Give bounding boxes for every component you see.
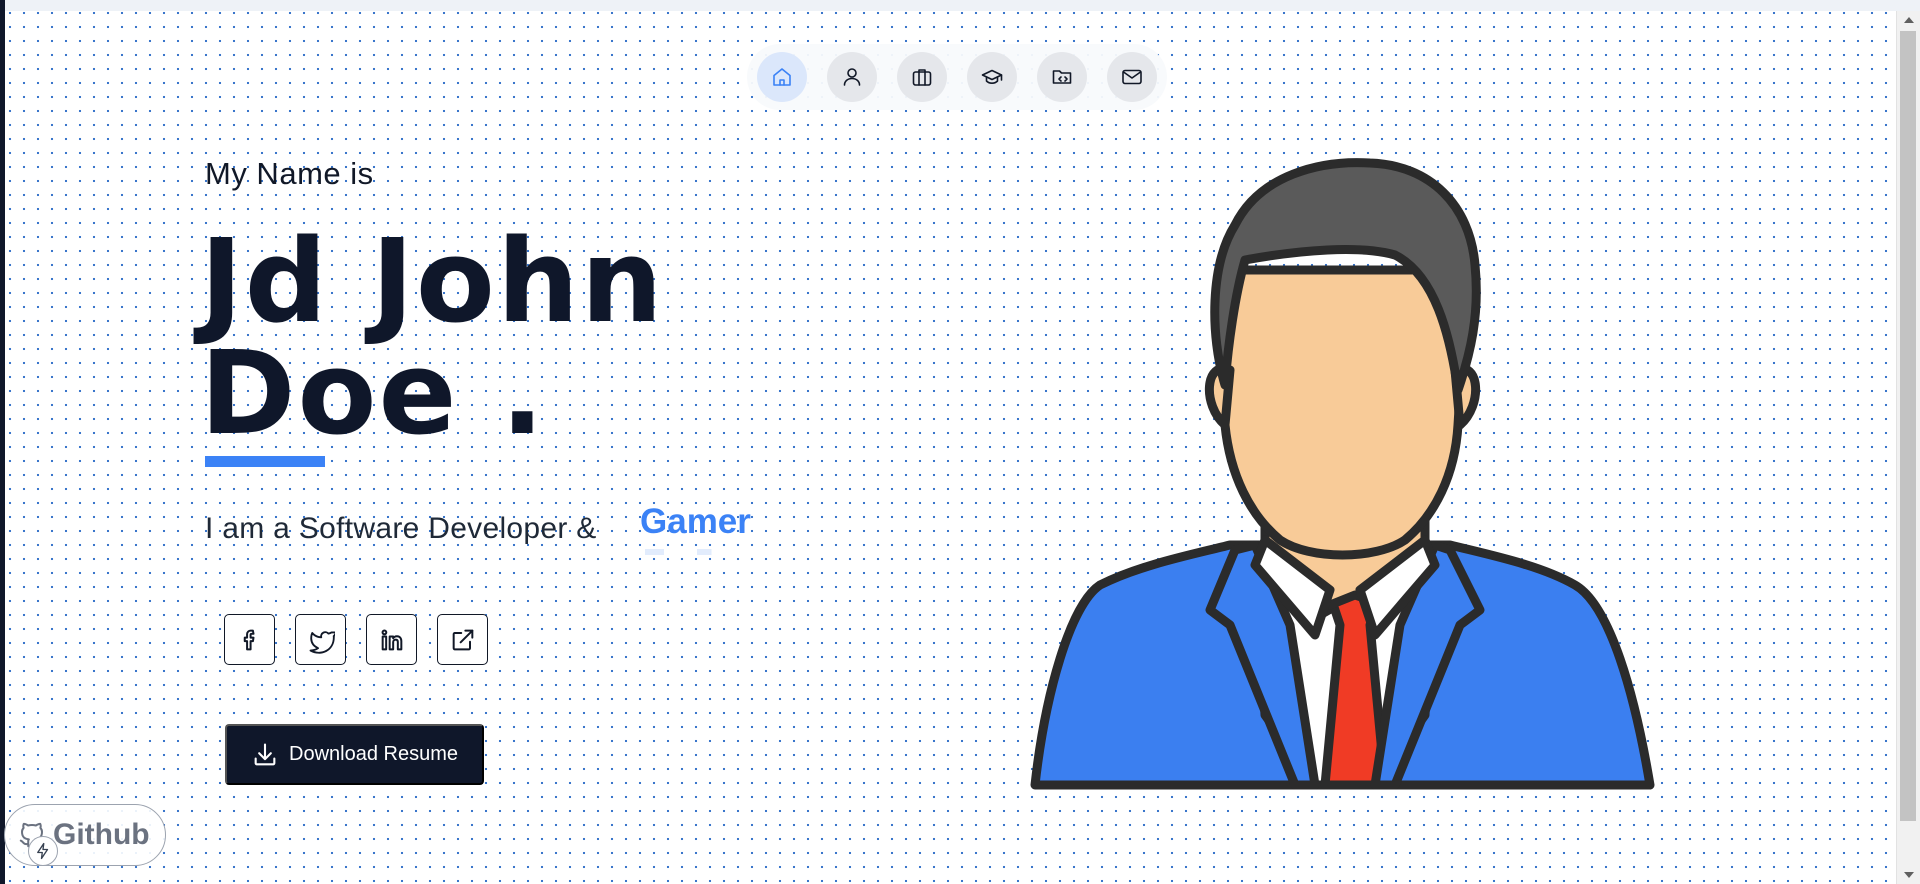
- scroll-down-arrow[interactable]: [1904, 872, 1914, 878]
- nav-contact-button[interactable]: [1107, 52, 1157, 102]
- nav-projects-button[interactable]: [1037, 52, 1087, 102]
- scroll-up-arrow[interactable]: [1904, 17, 1914, 23]
- graduation-cap-icon: [981, 69, 1003, 84]
- download-resume-button[interactable]: Download Resume: [225, 724, 484, 785]
- typed-role-text: Gamer: [640, 502, 751, 541]
- avatar-illustration: [1030, 158, 1655, 790]
- face: [1216, 265, 1465, 560]
- nav-experience-button[interactable]: [897, 52, 947, 102]
- twitter-link[interactable]: [295, 614, 346, 665]
- intro-text: My Name is: [205, 156, 374, 191]
- browser-top-strip: [0, 0, 1920, 11]
- facebook-link[interactable]: [224, 614, 275, 665]
- github-label: Github: [53, 818, 150, 851]
- name-underline: [205, 456, 325, 467]
- hero-name-last: Doe .: [200, 327, 547, 461]
- home-icon: [773, 68, 791, 86]
- linkedin-icon: [381, 629, 402, 650]
- briefcase-icon: [912, 69, 932, 86]
- bolt-badge[interactable]: [28, 836, 58, 866]
- external-link-icon: [452, 629, 473, 650]
- page-scrollbar[interactable]: [1896, 11, 1920, 884]
- top-navigation: [747, 44, 1167, 110]
- nav-education-button[interactable]: [967, 52, 1017, 102]
- bolt-icon: [37, 842, 49, 860]
- download-resume-label: Download Resume: [289, 743, 458, 765]
- social-links: [224, 614, 488, 665]
- mail-icon: [1122, 69, 1142, 85]
- twitter-icon: [309, 630, 335, 654]
- linkedin-link[interactable]: [366, 614, 417, 665]
- user-icon: [843, 68, 861, 86]
- download-icon: [254, 742, 276, 765]
- tagline-text: I am a Software Developer &: [205, 512, 597, 545]
- nav-home-button[interactable]: [757, 52, 807, 102]
- window-edge: [0, 0, 5, 884]
- facebook-icon: [243, 629, 254, 650]
- scroll-thumb[interactable]: [1900, 31, 1916, 821]
- external-link[interactable]: [437, 614, 488, 665]
- folder-code-icon: [1052, 70, 1072, 84]
- typing-caret-trail: [645, 549, 740, 555]
- hero-name-first: Jd John: [200, 215, 665, 349]
- nav-about-button[interactable]: [827, 52, 877, 102]
